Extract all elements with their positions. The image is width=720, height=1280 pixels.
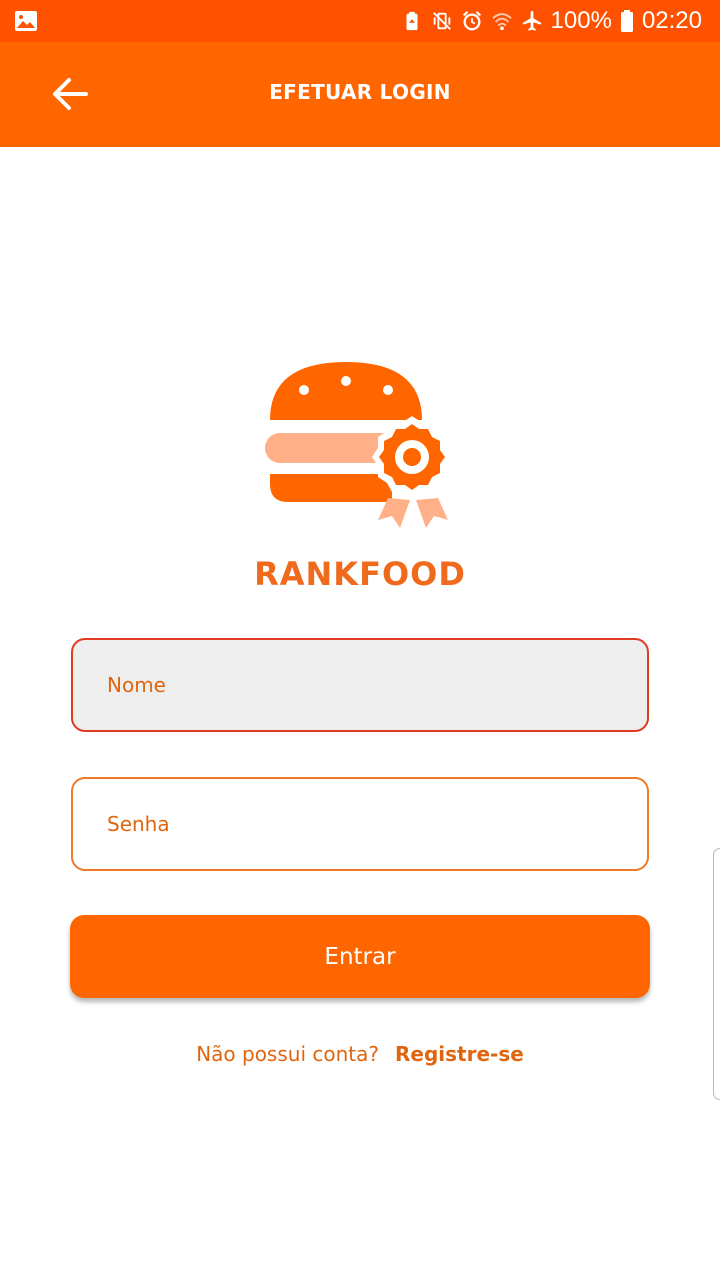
password-field-placeholder: Senha: [107, 812, 170, 836]
brand-name: RANKFOOD: [254, 555, 466, 593]
name-field[interactable]: Nome: [71, 638, 649, 732]
vibrate-icon: [432, 12, 451, 30]
alarm-icon: [462, 11, 481, 31]
register-row: Não possui conta? Registre-se: [0, 1042, 720, 1066]
burger-award-icon: [265, 362, 452, 528]
gallery-icon: [15, 11, 37, 31]
clock: 02:20: [641, 7, 702, 34]
status-bar: 100% 02:20: [0, 0, 720, 42]
battery-percent: 100%: [550, 7, 612, 34]
battery-saver-icon: [406, 11, 418, 31]
page-title: EFETUAR LOGIN: [269, 80, 451, 104]
app-bar: EFETUAR LOGIN: [0, 42, 720, 147]
register-prompt: Não possui conta?: [196, 1042, 379, 1066]
airplane-icon: [522, 10, 541, 31]
register-link[interactable]: Registre-se: [395, 1042, 524, 1066]
login-button[interactable]: Entrar: [70, 915, 650, 998]
wifi-icon: [491, 13, 512, 31]
password-field[interactable]: Senha: [71, 777, 649, 871]
name-field-placeholder: Nome: [107, 673, 166, 697]
battery-icon: [620, 10, 633, 32]
edge-panel-handle[interactable]: [713, 848, 720, 1100]
